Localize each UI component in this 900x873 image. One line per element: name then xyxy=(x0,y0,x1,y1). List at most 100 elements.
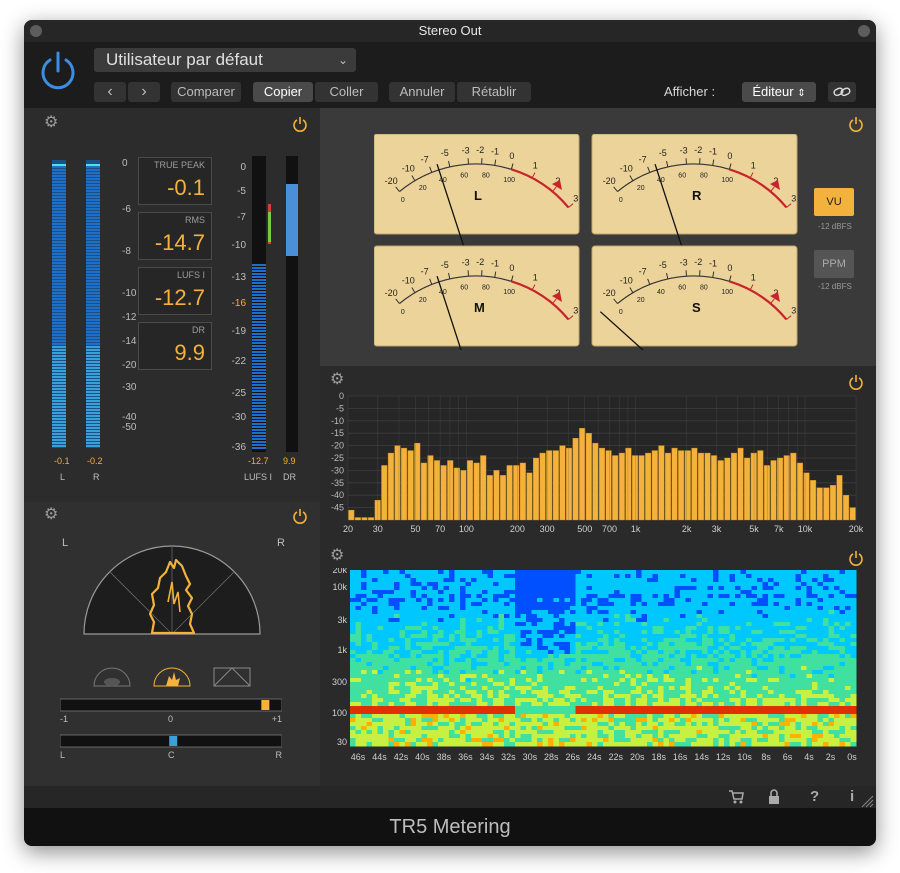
spectrum-bar xyxy=(763,465,770,521)
copy-button[interactable]: Copier xyxy=(253,82,313,102)
spectrum-y-tick: -30 xyxy=(331,465,344,475)
resize-handle-icon[interactable] xyxy=(860,794,874,808)
spectrum-bar xyxy=(552,450,559,521)
vu-percent-label: 60 xyxy=(460,173,468,180)
vu-scale-label: -10 xyxy=(620,276,633,286)
left-peak-bar xyxy=(52,160,66,448)
vu-percent-label: 80 xyxy=(482,173,490,180)
level-power-icon[interactable] xyxy=(292,116,308,132)
spectrum-bar xyxy=(394,445,401,521)
spectrum-settings-gear-icon[interactable]: ⚙ xyxy=(330,372,346,388)
lock-icon[interactable] xyxy=(767,789,781,805)
balance-indicator xyxy=(169,736,178,746)
next-preset-button[interactable]: › xyxy=(128,82,160,102)
loudness-scale-tick: -13 xyxy=(231,272,246,283)
meter-scale-label: 0 xyxy=(168,714,174,724)
spectrum-bar xyxy=(506,465,513,521)
lufs-value: -12.7 xyxy=(154,285,205,310)
spectrum-y-tick: -5 xyxy=(336,403,344,413)
vu-scale-label: 0 xyxy=(727,263,732,273)
meter-scale-label: R xyxy=(275,750,283,760)
spectrum-bar xyxy=(843,494,850,521)
phase-scope xyxy=(83,545,261,635)
spectrum-y-tick: -40 xyxy=(331,490,344,500)
view-mode-value: Éditeur xyxy=(752,84,794,99)
loudness-scale-tick: -36 xyxy=(231,442,246,453)
spectrum-x-tick: 70 xyxy=(435,524,445,534)
link-button[interactable] xyxy=(828,82,856,102)
window-title: Stereo Out xyxy=(418,23,482,38)
scope-mode-lissajous-icon[interactable] xyxy=(212,666,252,688)
spectrum-x-tick: 1k xyxy=(631,524,641,534)
info-icon[interactable]: i xyxy=(850,788,854,805)
spectrum-x-tick: 7k xyxy=(774,524,784,534)
spectrum-bar xyxy=(638,455,645,521)
dr-bar xyxy=(286,184,298,256)
correlation-indicator xyxy=(261,700,270,710)
spectrum-bar xyxy=(401,447,408,521)
peak-scale-tick: 0 xyxy=(122,158,128,169)
spectrum-bar xyxy=(823,487,830,521)
ppm-mode-button[interactable]: PPM xyxy=(814,250,854,278)
right-channel-label: R xyxy=(93,472,100,482)
compare-button[interactable]: Comparer xyxy=(171,82,241,102)
spectrum-bar xyxy=(467,460,474,521)
spectrogram-chart: 20k 10k 3k 1k 300 100 30 46s 44s 42s 40s 38s 36s 34s 3… xyxy=(332,568,857,762)
spectrogram-power-icon[interactable] xyxy=(848,550,864,566)
loudness-scale-tick: -19 xyxy=(231,326,246,337)
spectrum-x-tick: 700 xyxy=(602,524,617,534)
zoom-window-icon[interactable] xyxy=(858,25,870,37)
scope-mode-dots-icon[interactable] xyxy=(92,664,132,688)
spectrum-bar xyxy=(671,447,678,521)
vu-scale-label: -2 xyxy=(476,145,484,155)
vu-channel-label: L xyxy=(474,188,482,203)
previous-preset-button[interactable]: ‹ xyxy=(94,82,126,102)
stereo-right-label: R xyxy=(277,537,285,549)
vu-scale-label: -7 xyxy=(639,266,647,276)
redo-button[interactable]: Rétablir xyxy=(457,82,531,102)
spectrum-bar xyxy=(473,462,480,521)
bypass-power-icon[interactable] xyxy=(38,50,78,94)
spectrum-bar xyxy=(678,450,685,521)
cart-icon[interactable] xyxy=(728,789,744,805)
stereo-settings-gear-icon[interactable]: ⚙ xyxy=(44,507,60,523)
vu-percent-label: 40 xyxy=(657,289,665,296)
vu-scale-label: 3 xyxy=(791,194,796,204)
vu-power-icon[interactable] xyxy=(848,116,864,132)
spectrogram-y-tick: 300 xyxy=(332,677,347,687)
view-mode-select[interactable]: Éditeur ⇕ xyxy=(742,82,816,102)
vu-percent-label: 20 xyxy=(419,297,427,304)
preset-dropdown[interactable]: Utilisateur par défaut ⌄ xyxy=(94,48,356,72)
close-window-icon[interactable] xyxy=(30,25,42,37)
vu-scale-label: -5 xyxy=(659,260,667,270)
spectrogram-x-tick: 24s xyxy=(587,752,602,762)
vu-percent-label: 0 xyxy=(619,309,623,316)
spectrum-bar xyxy=(730,452,737,521)
vu-percent-label: 100 xyxy=(721,289,733,296)
view-label: Afficher : xyxy=(664,84,716,99)
stereo-power-icon[interactable] xyxy=(292,508,308,524)
vu-mode-button[interactable]: VU xyxy=(814,188,854,216)
plugin-window: Stereo Out Utilisateur par défaut ⌄ ‹ › … xyxy=(24,20,876,846)
spectrum-bar xyxy=(480,455,487,521)
scope-mode-flame-icon[interactable] xyxy=(152,664,192,688)
spectrum-bar xyxy=(500,475,507,521)
vu-scale-label: -7 xyxy=(421,154,429,164)
spectrum-bar xyxy=(796,462,803,521)
spectrogram-x-tick: 40s xyxy=(415,752,430,762)
undo-button[interactable]: Annuler xyxy=(389,82,455,102)
lufs-bar-value: -12.7 xyxy=(248,456,269,466)
vu-percent-label: 0 xyxy=(401,309,405,316)
spectrogram-x-tick: 46s xyxy=(351,752,366,762)
peak-scale-tick: -20 xyxy=(122,360,137,371)
spectrum-y-tick: -20 xyxy=(331,441,344,451)
level-settings-gear-icon[interactable]: ⚙ xyxy=(44,115,60,131)
spectrum-x-tick: 200 xyxy=(510,524,525,534)
help-icon[interactable]: ? xyxy=(810,788,819,805)
paste-button[interactable]: Coller xyxy=(315,82,378,102)
lufs-readout: LUFS I -12.7 xyxy=(138,267,212,315)
spectrogram-settings-gear-icon[interactable]: ⚙ xyxy=(330,548,346,564)
spectrum-x-tick: 50 xyxy=(410,524,420,534)
vu-scale-label: -7 xyxy=(421,266,429,276)
spectrum-bar xyxy=(605,450,612,521)
